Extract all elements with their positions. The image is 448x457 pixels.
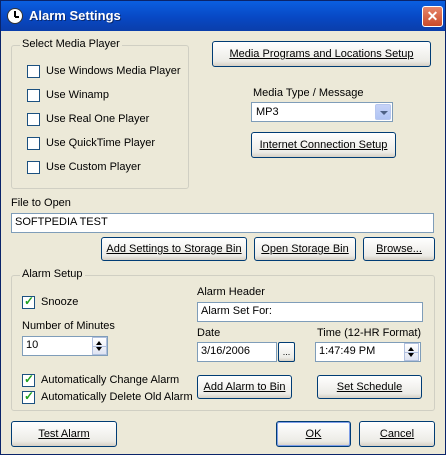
snooze-option[interactable]: Snooze	[22, 294, 78, 310]
internet-connection-setup-button[interactable]: Internet Connection Setup	[251, 132, 396, 158]
open-storage-bin-button[interactable]: Open Storage Bin	[254, 237, 356, 261]
media-programs-button[interactable]: Media Programs and Locations Setup	[212, 41, 431, 67]
checkbox-windows-media-player[interactable]	[27, 64, 40, 78]
option-windows-media-player[interactable]: Use Windows Media Player	[27, 63, 181, 79]
media-type-label: Media Type / Message	[253, 87, 364, 99]
date-label: Date	[197, 327, 221, 339]
down-arrow-icon[interactable]	[96, 347, 102, 351]
checkbox-real-one-player[interactable]	[27, 112, 40, 126]
alarm-setup-group: Alarm Setup Snooze Number of Minutes 10 …	[11, 268, 435, 411]
option-label: Use Winamp	[46, 89, 109, 101]
checkbox-quicktime-player[interactable]	[27, 136, 40, 150]
checkbox-custom-player[interactable]	[27, 160, 40, 174]
alarm-header-label: Alarm Header	[197, 286, 265, 298]
up-arrow-icon[interactable]	[96, 341, 102, 345]
file-to-open-label: File to Open	[11, 197, 71, 209]
media-player-group: Select Media Player Use Windows Media Pl…	[11, 38, 189, 189]
option-custom-player[interactable]: Use Custom Player	[27, 159, 141, 175]
down-arrow-icon[interactable]	[408, 353, 414, 357]
window-title: Alarm Settings	[29, 8, 121, 23]
media-type-value: MP3	[256, 106, 279, 118]
auto-change-option[interactable]: Automatically Change Alarm	[22, 372, 179, 388]
chevron-down-icon[interactable]	[375, 104, 391, 120]
option-label: Use Real One Player	[46, 113, 150, 125]
up-arrow-icon[interactable]	[408, 347, 414, 351]
browse-button[interactable]: Browse...	[363, 237, 435, 261]
cancel-button[interactable]: Cancel	[359, 421, 435, 447]
option-label: Use Windows Media Player	[46, 65, 181, 77]
time-label: Time (12-HR Format)	[317, 327, 422, 339]
add-to-storage-bin-button[interactable]: Add Settings to Storage Bin	[101, 237, 247, 261]
option-label: Use QuickTime Player	[46, 137, 156, 149]
alarm-setup-group-label: Alarm Setup	[20, 268, 85, 280]
time-stepper[interactable]	[404, 343, 419, 361]
checkbox-auto-change[interactable]	[22, 372, 35, 387]
minutes-stepper[interactable]	[92, 337, 107, 355]
option-quicktime-player[interactable]: Use QuickTime Player	[27, 135, 155, 151]
option-winamp[interactable]: Use Winamp	[27, 87, 109, 103]
media-type-select[interactable]: MP3	[251, 102, 393, 122]
set-schedule-button[interactable]: Set Schedule	[317, 375, 422, 399]
checkbox-winamp[interactable]	[27, 88, 40, 102]
minutes-label: Number of Minutes	[22, 320, 115, 332]
add-alarm-to-bin-button[interactable]: Add Alarm to Bin	[197, 375, 292, 399]
auto-change-label: Automatically Change Alarm	[41, 374, 180, 386]
option-real-one-player[interactable]: Use Real One Player	[27, 111, 149, 127]
checkbox-snooze[interactable]	[22, 294, 35, 309]
test-alarm-button[interactable]: Test Alarm	[11, 421, 117, 447]
auto-delete-label: Automatically Delete Old Alarm	[41, 391, 193, 403]
option-label: Use Custom Player	[46, 161, 141, 173]
close-button[interactable]: ✕	[422, 6, 443, 27]
media-player-group-label: Select Media Player	[20, 38, 122, 50]
ok-button[interactable]: OK	[276, 421, 351, 447]
date-picker-button[interactable]: ...	[278, 342, 295, 362]
auto-delete-option[interactable]: Automatically Delete Old Alarm	[22, 389, 193, 405]
checkbox-auto-delete[interactable]	[22, 389, 35, 404]
snooze-label: Snooze	[41, 296, 79, 308]
alarm-settings-window: Alarm Settings ✕ Select Media Player Use…	[0, 0, 446, 455]
alarm-header-input[interactable]: Alarm Set For:	[197, 302, 423, 322]
file-to-open-input[interactable]: SOFTPEDIA TEST	[11, 213, 434, 233]
dialog-content: Select Media Player Use Windows Media Pl…	[1, 31, 445, 454]
clock-icon	[7, 8, 23, 24]
date-input[interactable]: 3/16/2006	[197, 342, 277, 362]
title-bar[interactable]: Alarm Settings ✕	[1, 1, 445, 31]
